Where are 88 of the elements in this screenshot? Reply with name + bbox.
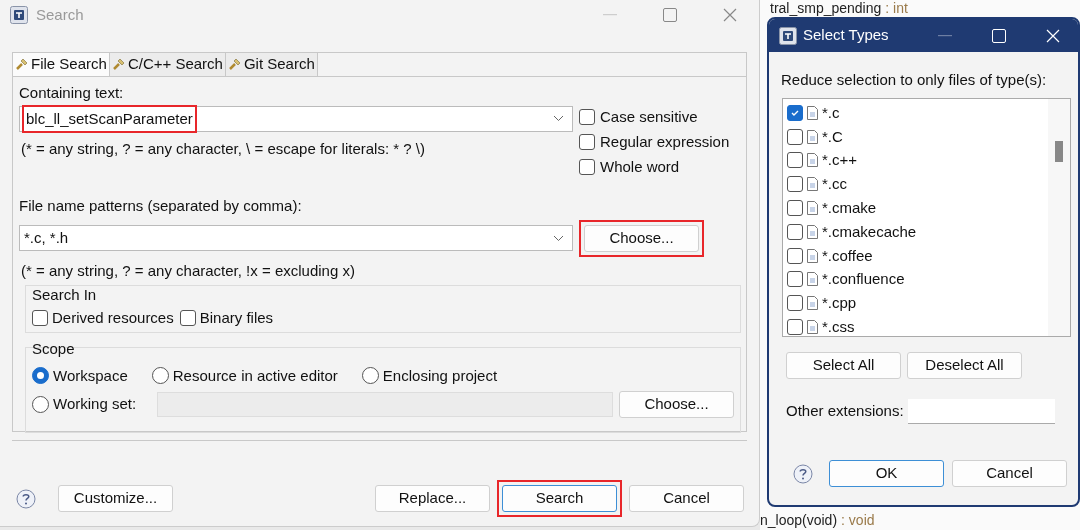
list-item-label[interactable]: *.confluence (822, 269, 905, 290)
field-label: Other extensions: (786, 401, 904, 422)
text-field[interactable]: *.c, *.h (19, 225, 573, 251)
code-text: n_loop(void) (760, 512, 838, 528)
button[interactable]: Choose... (619, 391, 734, 418)
checkbox[interactable] (579, 108, 595, 125)
minimize-icon[interactable] (938, 34, 952, 37)
checkbox[interactable] (787, 271, 803, 288)
checkbox-label: Regular expression (600, 131, 730, 152)
radio-button[interactable] (32, 367, 49, 385)
checkbox[interactable] (579, 133, 595, 150)
flashlight-icon (111, 57, 126, 72)
instruction-text: Reduce selection to only files of type(s): (781, 70, 1048, 90)
help-icon[interactable] (793, 463, 813, 484)
file-icon (807, 296, 818, 311)
hint-text: (* = any string, ? = any character, \ = escape for literals: * ? \) (20, 139, 426, 158)
file-icon (807, 177, 818, 192)
radio-label: Resource in active editor (172, 365, 338, 386)
dropdown-caret-icon[interactable] (553, 115, 564, 122)
checkbox[interactable] (787, 295, 803, 312)
checkbox[interactable] (179, 309, 196, 326)
button[interactable]: Search (502, 485, 617, 512)
list-item-label[interactable]: *.c (822, 102, 840, 123)
tab[interactable]: Git Search (225, 53, 318, 76)
button[interactable]: OK (829, 460, 944, 487)
text-field[interactable]: blc_ll_setScanParameter (19, 105, 573, 132)
app-icon (779, 26, 797, 45)
checkbox[interactable] (787, 223, 803, 240)
checkbox[interactable] (787, 128, 803, 145)
checkbox[interactable] (787, 104, 803, 121)
field-label: File name patterns (separated by comma): (19, 195, 303, 216)
code-text: tral_smp_pending (770, 0, 882, 16)
group-title: Scope (32, 339, 76, 358)
radio-button[interactable] (361, 367, 379, 385)
flashlight-icon (15, 57, 29, 72)
group-title: Search In (32, 285, 98, 304)
file-icon (807, 129, 818, 144)
file-icon (807, 153, 818, 168)
radio-button[interactable] (151, 367, 169, 385)
radio-label: Working set: (53, 394, 137, 415)
checkbox[interactable] (787, 200, 803, 217)
list-item-label[interactable]: *.c++ (822, 150, 858, 171)
checkbox-label: Case sensitive (600, 106, 698, 127)
checkbox[interactable] (32, 309, 48, 326)
window-title: Select Types (803, 25, 889, 46)
button[interactable]: Customize... (58, 485, 173, 512)
file-icon (807, 105, 818, 120)
button[interactable]: Select All (786, 352, 901, 379)
list-item-label[interactable]: *.cpp (822, 293, 857, 314)
checkbox[interactable] (787, 176, 803, 193)
file-icon (807, 201, 818, 216)
file-icon (807, 272, 818, 287)
app-icon (10, 6, 28, 24)
checkbox[interactable] (787, 152, 803, 169)
tab[interactable]: C/C++ Search (109, 53, 226, 76)
scrollbar[interactable] (1048, 99, 1070, 336)
button[interactable]: Cancel (629, 485, 744, 512)
list-item-label[interactable]: *.cc (822, 174, 847, 195)
list-item-label[interactable]: *.css (822, 317, 855, 336)
radio-label: Enclosing project (382, 365, 498, 386)
hint-text: (* = any string, ? = any character, !x = excluding x) (20, 261, 356, 280)
button[interactable]: Replace... (375, 485, 490, 512)
checkbox-label: Binary files (199, 307, 274, 328)
checkbox[interactable] (787, 247, 803, 264)
checkbox-label: Whole word (600, 156, 680, 177)
list-item-label[interactable]: *.C (822, 126, 843, 147)
window-title: Search (36, 4, 84, 25)
list-item-label[interactable]: *.coffee (822, 245, 873, 266)
file-icon (807, 224, 818, 239)
tab[interactable]: File Search (13, 53, 110, 76)
radio-label: Workspace (53, 365, 128, 386)
button[interactable]: Deselect All (907, 352, 1022, 379)
field-label: Containing text: (19, 82, 125, 103)
checkbox[interactable] (787, 319, 803, 336)
button[interactable]: Choose... (584, 224, 699, 252)
list-item-label[interactable]: *.cmake (822, 198, 877, 219)
checkbox[interactable] (579, 158, 595, 175)
dropdown-caret-icon[interactable] (553, 234, 564, 242)
text-field[interactable] (907, 399, 1055, 424)
flashlight-icon (227, 57, 242, 72)
help-icon[interactable] (16, 488, 36, 509)
checkbox-label: Derived resources (52, 307, 174, 328)
type-text: : void (841, 512, 875, 528)
type-text: : int (885, 0, 908, 16)
button[interactable]: Cancel (952, 460, 1067, 487)
list-item-label[interactable]: *.cmakecache (822, 221, 917, 242)
file-icon (807, 248, 818, 263)
radio-button[interactable] (32, 396, 49, 413)
